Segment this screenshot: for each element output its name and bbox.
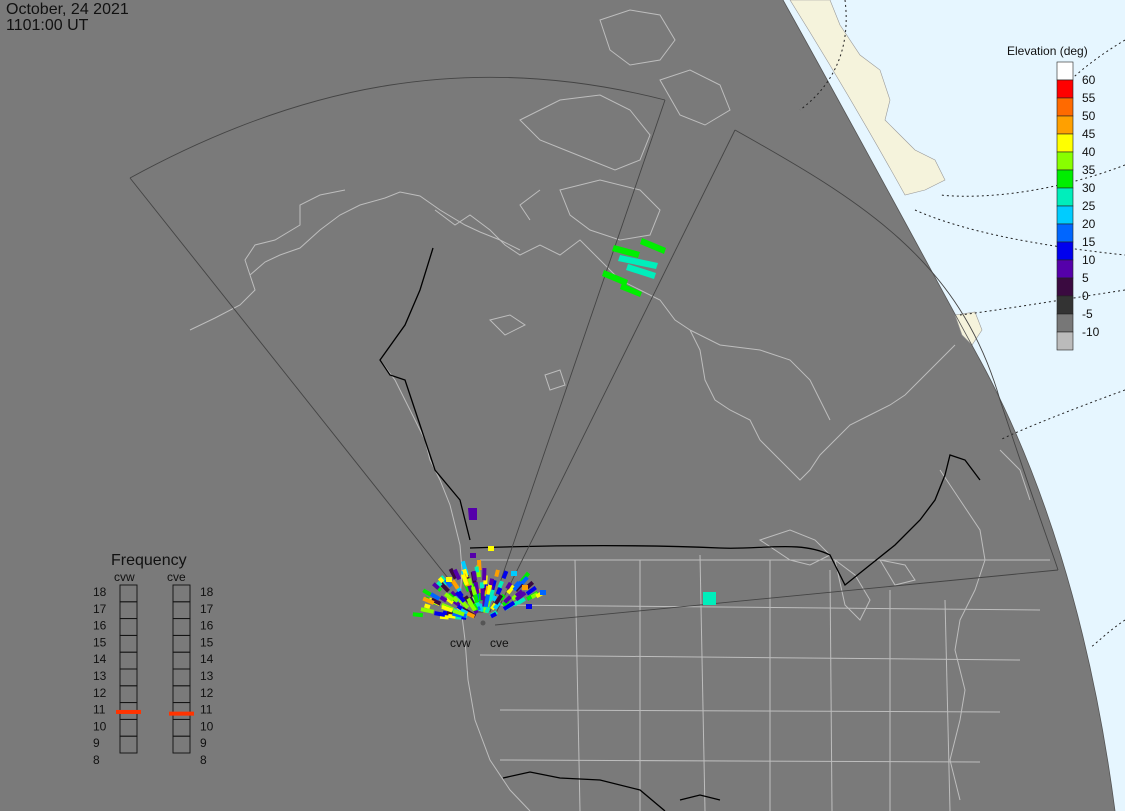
elevation-swatch-2 [1056, 97, 1074, 117]
frequency-tick-cvw-8: 8 [93, 753, 100, 767]
radar-label-cve: cve [490, 636, 509, 650]
elevation-tick-8: 20 [1082, 217, 1096, 231]
elevation-tick-0: 60 [1082, 73, 1096, 87]
frequency-tick-cvw-16: 16 [93, 619, 107, 633]
frequency-tick-cve-10: 10 [200, 719, 214, 733]
echo-cell [471, 570, 478, 581]
frequency-tick-cvw-12: 12 [93, 686, 107, 700]
echo-cell [484, 606, 491, 614]
elevation-tick-2: 50 [1082, 109, 1096, 123]
echo-cell [488, 578, 495, 586]
frequency-tick-cve-17: 17 [200, 602, 214, 616]
elevation-swatch-3 [1056, 115, 1074, 135]
frequency-tick-cve-11: 11 [200, 703, 213, 717]
frequency-tick-cvw-13: 13 [93, 669, 107, 683]
elevation-tick-6: 30 [1082, 181, 1096, 195]
elevation-swatch-5 [1056, 151, 1074, 171]
radar-map: cvw cve Elevation (deg) 6055504540353025… [0, 0, 1125, 811]
elevation-swatch-6 [1056, 169, 1074, 189]
frequency-tick-cve-12: 12 [200, 686, 214, 700]
elevation-swatch-8 [1056, 205, 1074, 225]
elevation-tick-10: 10 [1082, 253, 1096, 267]
echo-cell [522, 585, 528, 590]
elevation-swatch-7 [1056, 187, 1074, 207]
elevation-tick-1: 55 [1082, 91, 1096, 105]
echo-cell [446, 577, 452, 582]
echo-cell [491, 595, 498, 602]
elevation-tick-5: 35 [1082, 163, 1096, 177]
frequency-tick-cvw-11: 11 [93, 703, 106, 717]
echo-cell [526, 604, 532, 609]
elevation-tick-12: 0 [1082, 289, 1089, 303]
elevation-tick-14: -10 [1082, 325, 1100, 339]
frequency-tick-cve-18: 18 [200, 585, 214, 599]
frequency-marker-cvw [116, 709, 141, 714]
echo-cell [476, 559, 482, 571]
elevation-swatch-12 [1056, 277, 1074, 297]
echo-cell [434, 611, 446, 617]
frequency-tick-cvw-14: 14 [93, 652, 107, 666]
echo-cell [456, 604, 464, 611]
frequency-tick-cve-15: 15 [200, 635, 214, 649]
radar-site-cvw [480, 620, 486, 626]
elevation-swatch-0 [1056, 61, 1074, 81]
elevation-legend-title: Elevation (deg) [1007, 44, 1088, 58]
elevation-swatch-10 [1056, 241, 1074, 261]
echo-cell [540, 590, 546, 595]
elevation-tick-4: 40 [1082, 145, 1096, 159]
echo-cell [420, 607, 435, 614]
echo-cell [494, 569, 500, 578]
echo-cell [474, 566, 480, 573]
echo-cell [439, 614, 449, 620]
echo-cell [495, 587, 503, 596]
elevation-swatch-9 [1056, 223, 1074, 243]
echo-cell [497, 580, 504, 589]
echo-cell [501, 570, 509, 580]
frequency-tick-cve-16: 16 [200, 619, 214, 633]
elevation-swatch-14 [1056, 313, 1074, 333]
echo-cell [490, 612, 498, 619]
frequency-tick-cve-13: 13 [200, 669, 214, 683]
echo-cell [457, 590, 464, 598]
frequency-col-cvw: cvw [114, 570, 135, 584]
frequency-col-cve: cve [167, 570, 186, 584]
echo-cell [437, 576, 445, 584]
echo-cell [423, 603, 431, 610]
frequency-tick-cve-9: 9 [200, 736, 207, 750]
frequency-title: Frequency [111, 552, 187, 569]
elevation-swatch-4 [1056, 133, 1074, 153]
frequency-tick-cve-8: 8 [200, 753, 207, 767]
echo-cell [511, 571, 517, 576]
elevation-tick-3: 45 [1082, 127, 1096, 141]
echo-cell [488, 546, 494, 551]
echo-cell [412, 612, 424, 618]
echo-cell [467, 585, 473, 592]
frequency-tick-cve-14: 14 [200, 652, 214, 666]
frequency-tick-cvw-10: 10 [93, 719, 107, 733]
radar-label-cvw: cvw [450, 636, 471, 650]
elevation-swatch-13 [1056, 295, 1074, 315]
echo-cell [483, 594, 490, 608]
elevation-swatch-15 [1056, 331, 1074, 351]
frequency-tick-cvw-17: 17 [93, 602, 107, 616]
elevation-swatch-1 [1056, 79, 1074, 99]
elevation-tick-13: -5 [1082, 307, 1093, 321]
frequency-tick-cvw-18: 18 [93, 585, 107, 599]
echo-cell [470, 586, 477, 596]
elevation-tick-7: 25 [1082, 199, 1096, 213]
echo-cell [436, 580, 443, 588]
frequency-marker-cve [169, 711, 194, 716]
echo-cell [470, 553, 476, 558]
time-label: 1101:00 UT [6, 17, 89, 34]
elevation-tick-9: 15 [1082, 235, 1096, 249]
frequency-tick-cvw-9: 9 [93, 736, 100, 750]
frequency-tick-cvw-15: 15 [93, 635, 107, 649]
elevation-tick-11: 5 [1082, 271, 1089, 285]
echo-cell [452, 595, 459, 603]
date-label: October, 24 2021 [6, 1, 129, 18]
elevation-swatch-11 [1056, 259, 1074, 279]
